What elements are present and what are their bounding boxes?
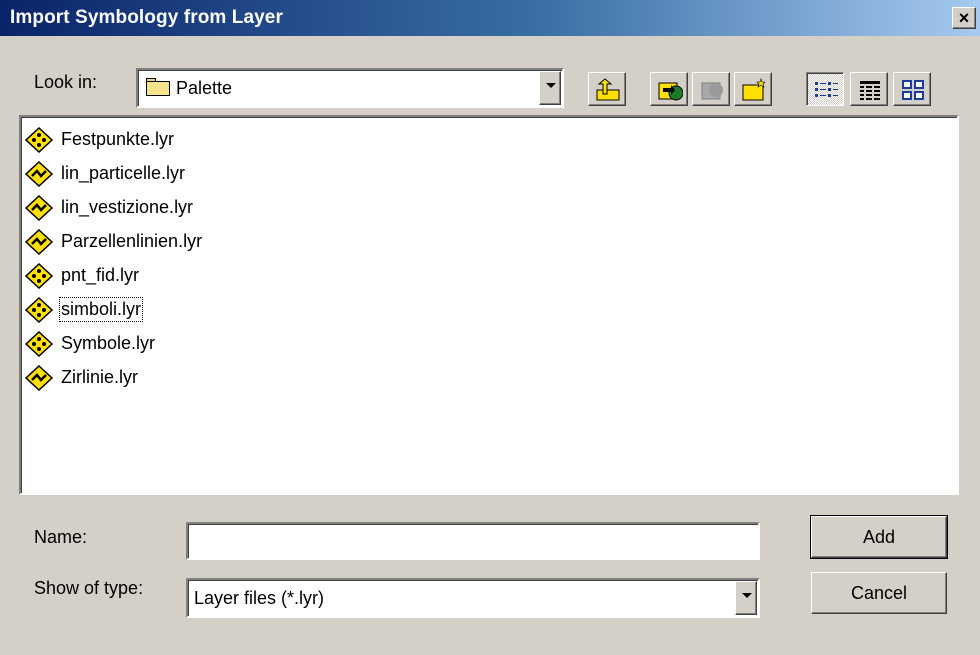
line-layer-icon [25,195,53,221]
name-input[interactable] [186,522,760,560]
line-layer-icon [25,161,53,187]
file-type-dropdown[interactable]: Layer files (*.lyr) [186,578,760,618]
up-one-level-button[interactable] [588,72,626,106]
thumbnails-view-button[interactable] [893,72,931,106]
add-button[interactable]: Add [810,515,948,559]
point-layer-icon [25,297,53,323]
close-icon: × [958,8,970,28]
connect-folder-icon [658,82,683,101]
cancel-button[interactable]: Cancel [811,572,947,614]
line-layer-icon [25,365,53,391]
new-folder-button[interactable] [734,72,772,106]
point-layer-icon [25,263,53,289]
file-list[interactable]: Festpunkte.lyr lin_particelle.lyr lin_ve… [19,115,959,495]
file-name: lin_particelle.lyr [61,163,186,183]
chevron-down-icon[interactable] [539,71,561,105]
disconnect-from-folder-button[interactable] [692,72,730,106]
file-name: Festpunkte.lyr [61,129,175,149]
look-in-value: Palette [176,78,233,98]
details-view-button[interactable] [850,72,888,106]
file-name: Zirlinie.lyr [61,367,139,387]
up-folder-icon [596,78,620,101]
list-view-icon [815,82,838,97]
list-view-button[interactable] [806,72,844,106]
title-bar: Import Symbology from Layer × [0,0,980,36]
point-layer-icon [25,331,53,357]
look-in-label: Look in: [34,72,98,92]
details-view-icon [860,81,880,100]
look-in-dropdown[interactable]: Palette [136,68,564,108]
new-folder-icon [742,78,766,101]
point-layer-icon [25,127,53,153]
thumbnails-view-icon [902,80,924,100]
file-name: Parzellenlinien.lyr [61,231,203,251]
window-title: Import Symbology from Layer [10,7,283,28]
connect-to-folder-button[interactable] [650,72,688,106]
file-type-value: Layer files (*.lyr) [194,588,325,608]
show-of-type-label: Show of type: [34,578,144,598]
folder-icon [146,78,170,96]
add-button-label: Add [862,527,896,547]
close-button[interactable]: × [952,7,976,29]
line-layer-icon [25,229,53,255]
file-name: simboli.lyr [58,297,144,322]
disconnect-folder-icon [701,82,723,100]
name-label: Name: [34,527,88,547]
chevron-down-icon[interactable] [735,581,757,615]
cancel-button-label: Cancel [850,583,908,603]
file-name: lin_vestizione.lyr [61,197,194,217]
file-name: pnt_fid.lyr [61,265,140,285]
file-name: Symbole.lyr [61,333,156,353]
